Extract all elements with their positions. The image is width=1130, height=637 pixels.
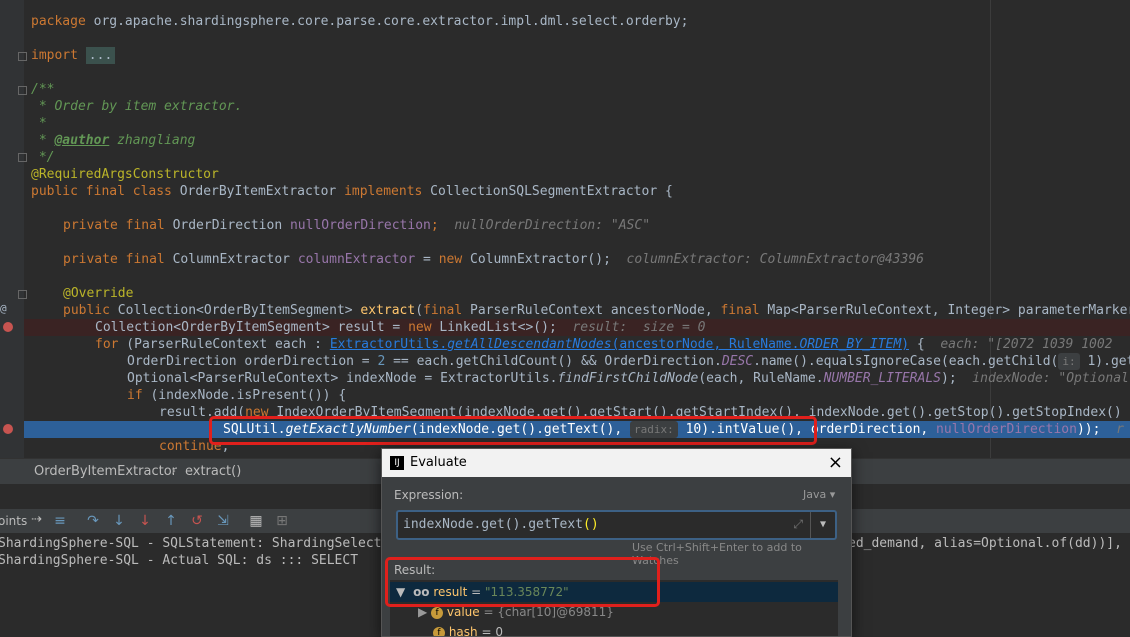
console-line: ShardingSphere-SQL - Actual SQL: ds ::: … [0, 553, 359, 568]
code-line[interactable]: @Override [63, 285, 133, 302]
field-value: = {char[10]@69811} [479, 605, 614, 619]
param-hint-badge: i: [1058, 353, 1080, 370]
field-badge-icon: f [431, 606, 444, 619]
force-step-into-icon[interactable]: ↓ [137, 513, 153, 529]
points-arrow-icon[interactable]: ⇢ [31, 512, 42, 527]
code-line[interactable]: * [31, 115, 47, 132]
fold-toggle-icon[interactable] [18, 153, 27, 162]
step-over-icon[interactable]: ↷ [85, 513, 101, 529]
expand-icon[interactable]: ⤢ [793, 517, 803, 532]
breakpoints-tab-label[interactable]: oints [0, 514, 27, 528]
expression-paren: () [583, 517, 599, 532]
code-line[interactable]: package org.apache.shardingsphere.core.p… [31, 13, 688, 30]
step-out-icon[interactable]: ↑ [163, 513, 179, 529]
trace-icon[interactable]: ⊞ [274, 513, 290, 529]
watches-hint: Use Ctrl+Shift+Enter to add to Watches [632, 541, 802, 567]
code-line[interactable]: public final class OrderByItemExtractor … [31, 183, 673, 200]
folded-imports: ... [85, 47, 116, 64]
breakpoint-icon[interactable] [3, 322, 13, 332]
code-line[interactable]: import ... [31, 47, 116, 64]
result-highlight-box [385, 557, 660, 607]
code-line[interactable]: private final ColumnExtractor columnExtr… [63, 251, 924, 268]
breadcrumb-method[interactable]: extract() [185, 464, 241, 479]
code-line[interactable]: /** [31, 81, 54, 98]
close-icon[interactable]: × [828, 452, 843, 473]
language-select[interactable]: Java ▾ [803, 488, 835, 501]
field-name: hash [448, 625, 478, 636]
code-line[interactable]: * Order by item extractor. [31, 98, 243, 115]
code-line[interactable]: Collection<OrderByItemSegment> result = … [95, 319, 706, 336]
field-name: value [446, 605, 480, 619]
method-link[interactable]: ExtractorUtils.getAllDescendantNodes(anc… [330, 337, 909, 352]
dialog-title: Evaluate [410, 455, 467, 470]
console-line: ShardingSphere-SQL - SQLStatement: Shard… [0, 536, 382, 551]
evaluate-expression-icon[interactable]: ▦ [248, 513, 264, 529]
step-into-icon[interactable]: ↓ [111, 513, 127, 529]
override-marker-icon[interactable]: @ [0, 302, 7, 315]
expand-arrow-icon[interactable]: ▶ [418, 605, 427, 619]
expression-text: indexNode.get().getText [403, 517, 584, 532]
dialog-title-bar[interactable]: IJ Evaluate × [382, 449, 851, 477]
breakpoint-icon[interactable] [3, 424, 13, 434]
fold-toggle-icon[interactable] [18, 290, 27, 299]
console-line-continued: ed_demand, alias=Optional.of(dd))], [848, 536, 1122, 551]
fold-toggle-icon[interactable] [18, 52, 27, 61]
history-dropdown-icon[interactable]: ▼ [810, 512, 835, 538]
highlight-annotation-box [209, 416, 817, 445]
code-line[interactable]: * @author zhangliang [31, 132, 196, 149]
breadcrumb-class[interactable]: OrderByItemExtractor [34, 464, 177, 479]
field-value: = 0 [477, 625, 503, 636]
breadcrumb-separator: › [171, 464, 177, 479]
code-line[interactable]: Optional<ParserRuleContext> indexNode = … [127, 370, 1129, 387]
code-line[interactable]: for (ParserRuleContext each : ExtractorU… [95, 336, 1113, 353]
code-line[interactable]: if (indexNode.isPresent()) { [127, 387, 346, 404]
expression-input[interactable]: indexNode.get().getText() ⤢ ▼ [396, 510, 837, 540]
fold-toggle-icon[interactable] [18, 86, 27, 95]
code-line[interactable]: OrderDirection orderDirection = 2 == eac… [127, 353, 1130, 370]
code-line[interactable]: private final OrderDirection nullOrderDi… [63, 217, 650, 234]
code-editor[interactable]: @ package org.apache.shardingsphere.core… [0, 0, 1130, 458]
code-line[interactable]: @RequiredArgsConstructor [31, 166, 219, 183]
run-to-cursor-icon[interactable]: ⇲ [215, 513, 231, 529]
evaluate-dialog: IJ Evaluate × Expression: Java ▾ indexNo… [381, 448, 852, 637]
code-line[interactable]: public Collection<OrderByItemSegment> ex… [63, 302, 1130, 319]
code-line[interactable]: */ [31, 149, 55, 166]
editor-gutter[interactable] [0, 0, 24, 458]
tree-row[interactable]: f hash = 0 [390, 622, 838, 636]
right-margin-guide [990, 0, 991, 458]
intellij-logo-icon: IJ [390, 456, 404, 470]
expression-label: Expression: [394, 488, 464, 502]
menu-icon[interactable]: ≡ [52, 513, 68, 529]
drop-frame-icon[interactable]: ↺ [189, 513, 205, 529]
